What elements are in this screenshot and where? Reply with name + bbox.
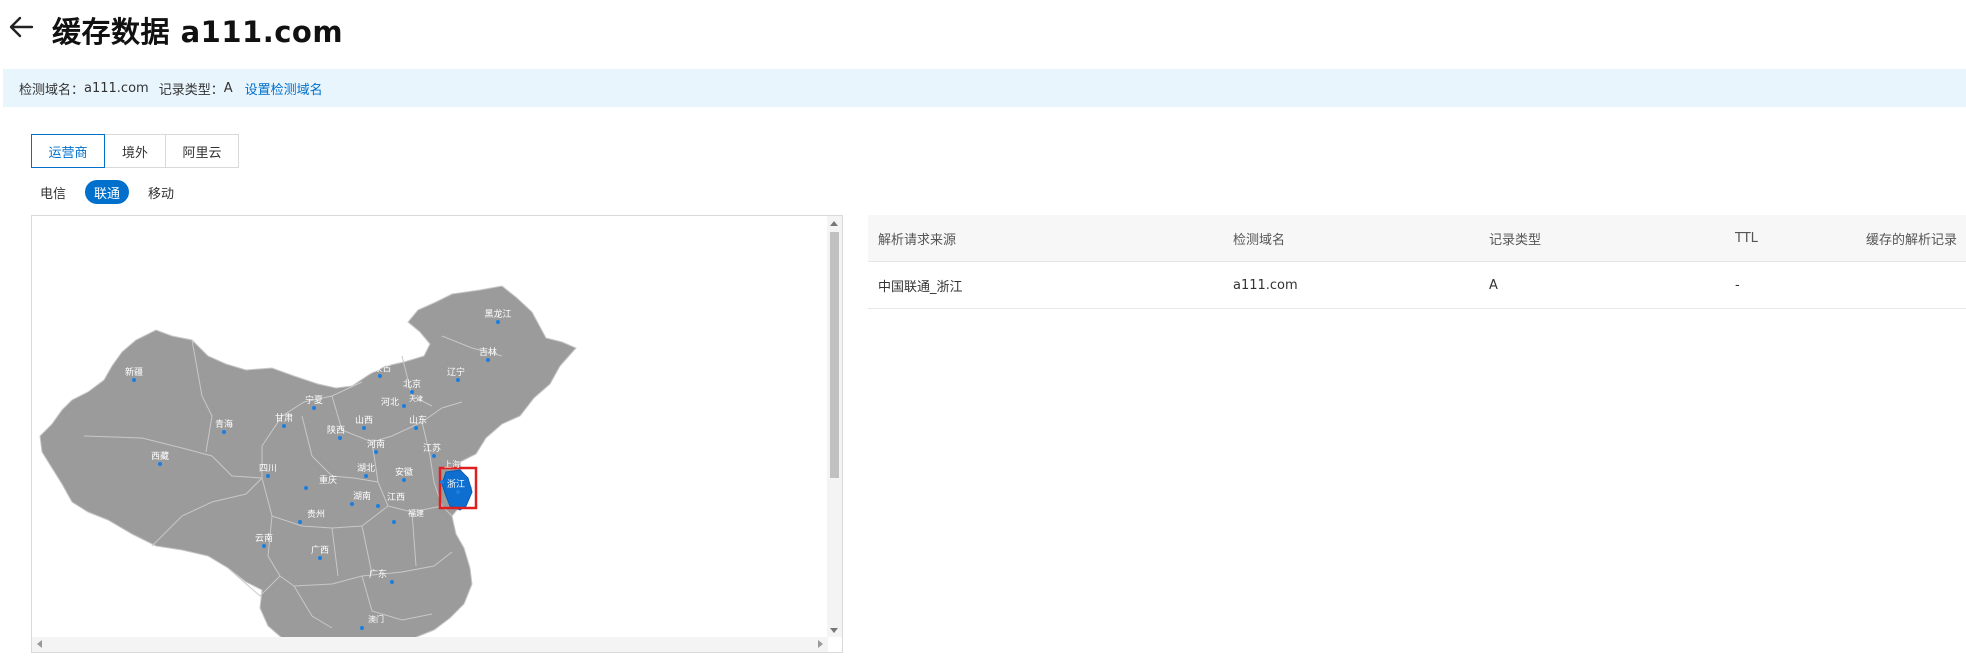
- label-jilin: 吉林: [479, 346, 497, 358]
- label-fujian: 福建: [408, 508, 424, 518]
- label-xinjiang: 新疆: [125, 366, 143, 378]
- cell-ttl: -: [1735, 277, 1740, 293]
- info-bar: 检测域名： a111.com 记录类型： A 设置检测域名: [3, 69, 1966, 107]
- page-header: 缓存数据 a111.com: [0, 0, 1966, 62]
- subtab-unicom[interactable]: 联通: [85, 180, 130, 204]
- label-heilongjiang: 黑龙江: [484, 308, 511, 320]
- label-anhui: 安徽: [395, 466, 413, 478]
- subtab-telecom[interactable]: 电信: [31, 180, 75, 204]
- col-domain: 检测域名: [1233, 232, 1286, 248]
- label-beijing: 北京: [403, 378, 421, 390]
- label-qinghai: 青海: [215, 418, 233, 430]
- carrier-subtabs: 电信 联通 移动: [31, 180, 193, 204]
- col-source: 解析请求来源: [878, 232, 957, 248]
- scrollbar-thumb[interactable]: [830, 232, 839, 478]
- set-domain-link[interactable]: 设置检测域名: [245, 79, 323, 98]
- table-header: 解析请求来源 检测域名 记录类型 TTL 缓存的解析记录: [868, 215, 1966, 262]
- cell-record-type: A: [1489, 277, 1498, 293]
- col-ttl: TTL: [1735, 230, 1758, 246]
- tab-operator[interactable]: 运营商: [31, 134, 105, 168]
- label-tianjin: 天津: [409, 395, 423, 403]
- tab-overseas[interactable]: 境外: [104, 134, 166, 168]
- record-type-value: A: [223, 80, 233, 96]
- subtab-mobile[interactable]: 移动: [139, 180, 183, 204]
- label-gansu: 甘肃: [275, 412, 293, 424]
- label-hubei: 湖北: [357, 463, 375, 474]
- label-jiangxi: 江西: [387, 492, 405, 503]
- cell-domain: a111.com: [1233, 277, 1298, 293]
- label-shandong: 山东: [409, 414, 427, 426]
- cache-records-table: 解析请求来源 检测域名 记录类型 TTL 缓存的解析记录 中国联通_浙江 a11…: [868, 215, 1966, 309]
- scroll-left-icon[interactable]: [37, 640, 42, 648]
- label-henan: 河南: [367, 438, 385, 450]
- label-neimenggu: 内蒙古: [364, 362, 391, 374]
- label-zhejiang: 浙江: [447, 478, 465, 490]
- label-hunan: 湖南: [353, 490, 371, 502]
- scroll-down-icon[interactable]: [830, 628, 838, 633]
- label-shanghai: 上海: [444, 459, 460, 469]
- scroll-right-icon[interactable]: [818, 640, 823, 648]
- scroll-up-icon[interactable]: [830, 221, 838, 226]
- china-map[interactable]: 黑龙江 吉林 辽宁 内蒙古 北京 河北 天津 新疆 宁夏 青海 甘肃 山西 陕西…: [32, 216, 829, 638]
- col-cached-record: 缓存的解析记录: [1866, 232, 1958, 248]
- label-shaanxi: 陕西: [327, 424, 345, 436]
- col-record-type: 记录类型: [1489, 232, 1542, 248]
- label-jiangsu: 江苏: [423, 442, 441, 454]
- label-liaoning: 辽宁: [447, 366, 465, 378]
- back-arrow-icon[interactable]: [6, 12, 36, 42]
- page-title: 缓存数据 a111.com: [52, 15, 344, 49]
- source-tabs: 运营商 境外 阿里云: [31, 134, 239, 168]
- record-type-label: 记录类型：: [158, 82, 224, 98]
- map-vertical-scrollbar[interactable]: [827, 216, 842, 637]
- label-xizang: 西藏: [151, 450, 169, 462]
- label-ningxia: 宁夏: [305, 394, 323, 406]
- tab-aliyun[interactable]: 阿里云: [165, 134, 239, 168]
- label-sichuan: 四川: [259, 464, 277, 474]
- label-guizhou: 贵州: [307, 508, 325, 520]
- map-horizontal-scrollbar[interactable]: [32, 637, 828, 652]
- label-yunnan: 云南: [255, 532, 273, 544]
- label-guangxi: 广西: [311, 544, 329, 556]
- domain-label: 检测域名：: [19, 82, 85, 98]
- cell-source: 中国联通_浙江: [878, 279, 963, 295]
- label-shanxi: 山西: [355, 415, 373, 426]
- label-guangdong: 广东: [369, 568, 387, 580]
- label-hebei: 河北: [381, 396, 399, 408]
- china-map-panel: 黑龙江 吉林 辽宁 内蒙古 北京 河北 天津 新疆 宁夏 青海 甘肃 山西 陕西…: [31, 215, 843, 653]
- label-aomen: 澳门: [368, 614, 384, 624]
- domain-value: a111.com: [84, 80, 149, 96]
- table-row: 中国联通_浙江 a111.com A -: [868, 262, 1966, 309]
- label-chongqing: 重庆: [319, 474, 337, 486]
